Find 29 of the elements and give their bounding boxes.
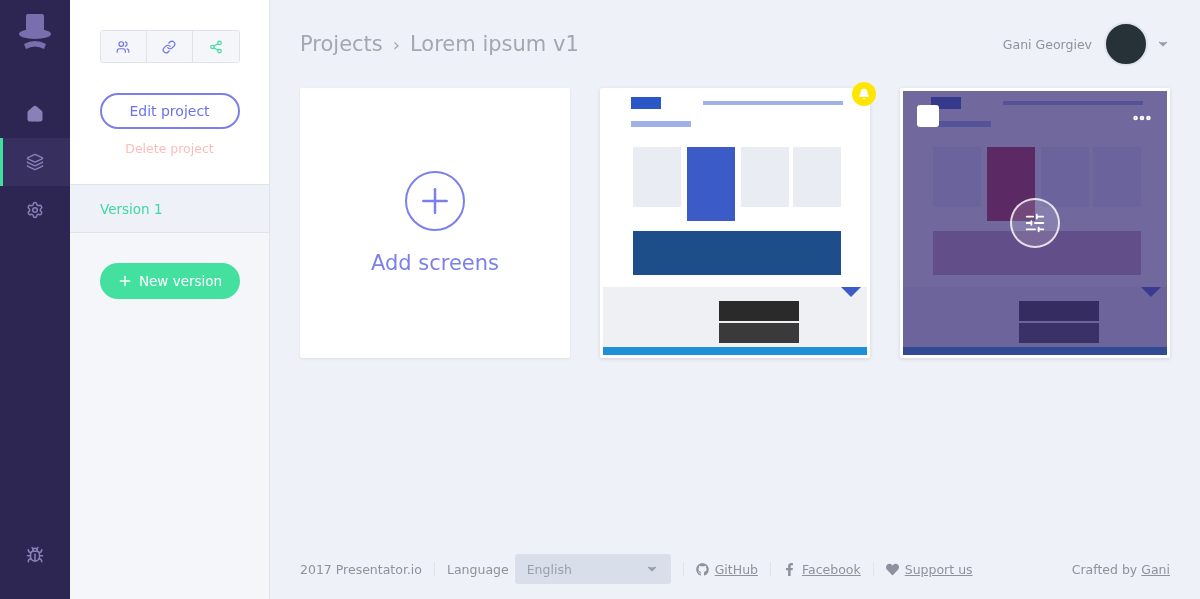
add-screens-card[interactable]: Add screens xyxy=(300,88,570,358)
heart-icon xyxy=(885,562,899,576)
edit-project-button[interactable]: Edit project xyxy=(99,93,240,129)
page-title: Lorem ipsum v1 xyxy=(410,32,579,56)
credit-link[interactable]: Gani xyxy=(1141,561,1170,577)
copyright-text: 2017 Presentator.io xyxy=(300,561,422,577)
facebook-link[interactable]: Facebook xyxy=(802,561,861,577)
breadcrumb-link[interactable]: Projects xyxy=(300,32,383,56)
top-hat-logo[interactable] xyxy=(18,12,52,52)
user-name[interactable]: Gani Georgiev xyxy=(1002,36,1092,52)
github-link[interactable]: GitHub xyxy=(714,561,758,577)
credit-text: Crafted by Gani xyxy=(1071,561,1170,577)
users-icon[interactable] xyxy=(100,31,147,62)
checkbox[interactable] xyxy=(917,105,939,127)
link-icon[interactable] xyxy=(146,31,193,62)
avatar[interactable] xyxy=(1104,22,1148,66)
sliders-icon xyxy=(1024,212,1046,234)
version-item[interactable]: Version 1 xyxy=(70,185,269,233)
facebook-icon xyxy=(783,562,796,576)
breadcrumb-separator: › xyxy=(392,33,400,55)
layers-nav-icon[interactable] xyxy=(0,138,70,186)
adjust-button[interactable] xyxy=(1010,198,1060,248)
heart-link[interactable]: Support us xyxy=(904,561,973,577)
new-version-button[interactable]: New version xyxy=(99,263,240,299)
plus-icon xyxy=(405,171,465,231)
delete-project-link[interactable]: Delete project xyxy=(125,141,214,156)
language-select[interactable]: English xyxy=(514,554,671,584)
language-label: Language xyxy=(447,561,509,577)
github-icon xyxy=(695,562,709,576)
